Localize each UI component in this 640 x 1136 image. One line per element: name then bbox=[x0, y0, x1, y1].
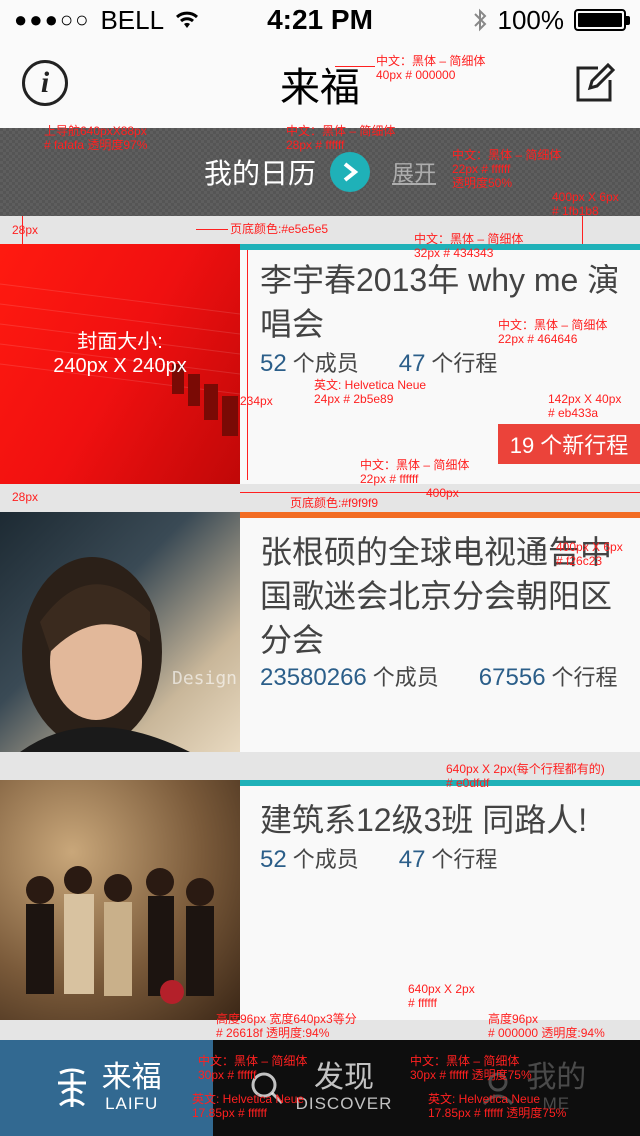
members-label: 个成员 bbox=[292, 847, 359, 872]
battery-icon bbox=[574, 9, 630, 31]
cover-watermark: Design bbox=[172, 668, 238, 689]
spec-annotation: 高度96px # 000000 透明度:94% bbox=[488, 1012, 605, 1040]
spec-annotation: 中文：黑体 – 简细体 28px # ffffff bbox=[286, 124, 396, 152]
accent-line bbox=[240, 512, 640, 518]
tab-label-cn: 我的 bbox=[526, 1061, 587, 1094]
spec-annotation: 中文：黑体 – 简细体 22px # ffffff bbox=[360, 458, 470, 486]
status-bar: ●●●○○ BELL 4:21 PM 100% bbox=[0, 0, 640, 40]
spec-annotation: 142px X 40px # eb433a bbox=[548, 392, 622, 420]
members-count: 52 bbox=[260, 846, 287, 873]
spec-annotation: 英文: Helvetica Neue 24px # 2b5e89 bbox=[314, 378, 427, 406]
event-title: 建筑系12级3班 同路人! bbox=[260, 802, 588, 838]
spec-annotation: 页底颜色:#f9f9f9 bbox=[290, 496, 379, 510]
spec-arrow bbox=[335, 66, 375, 67]
spec-annotation: 640px X 2px # ffffff bbox=[408, 982, 475, 1010]
members-count: 23580266 bbox=[260, 664, 367, 691]
spec-annotation: 英文: Helvetica Neue 17.85px # ffffff 透明度7… bbox=[428, 1092, 567, 1120]
tab-bar: 来福 LAIFU 发现 DISCOVER 我的 ME bbox=[0, 1040, 640, 1136]
spec-annotation: 中文：黑体 – 简细体 22px # ffffff 透明度50% bbox=[452, 148, 562, 190]
event-card[interactable]: 建筑系12级3班 同路人! 52 个成员 47 个行程 bbox=[0, 780, 640, 1020]
spec-annotation: 400px X 6px # f26c23 bbox=[556, 540, 623, 568]
spec-annotation: 页底颜色:#e5e5e5 bbox=[230, 222, 329, 236]
members-label: 个成员 bbox=[292, 351, 359, 376]
info-button[interactable]: i bbox=[22, 60, 68, 106]
page-title: 来福 bbox=[280, 66, 360, 110]
battery-percent: 100% bbox=[497, 4, 565, 35]
new-trips-badge[interactable]: 19 个新行程 bbox=[498, 424, 640, 464]
spec-arrow bbox=[240, 492, 640, 493]
spec-annotation: 上导航640pxX88px # fafafa 透明度97% bbox=[44, 124, 148, 152]
tab-label-en: DISCOVER bbox=[295, 1094, 393, 1113]
spec-annotation: 400px X 6px # 1fb1b8 bbox=[552, 190, 619, 218]
event-cover-image: 封面大小: 240px X 240px bbox=[0, 244, 240, 484]
spec-annotation: 中文：黑体 – 简细体 30px # ffffff 透明度75% bbox=[410, 1054, 532, 1082]
spec-arrow bbox=[196, 229, 228, 230]
bluetooth-icon bbox=[473, 8, 486, 32]
members-count: 52 bbox=[260, 350, 287, 377]
event-card[interactable]: 封面大小: 240px X 240px 李宇春2013年 why me 演唱会 … bbox=[0, 244, 640, 484]
nav-bar: i 来福 bbox=[0, 40, 640, 128]
tab-laifu[interactable]: 来福 LAIFU bbox=[0, 1040, 214, 1136]
event-cover-image bbox=[0, 780, 240, 1020]
laifu-logo-icon bbox=[57, 1068, 86, 1107]
event-cover-image: Design bbox=[0, 512, 240, 752]
spec-annotation: 234px bbox=[240, 394, 273, 408]
event-stats: 52 个成员 47 个行程 bbox=[260, 842, 497, 874]
spec-annotation: 28px bbox=[12, 490, 39, 504]
event-stats: 23580266 个成员 67556 个行程 bbox=[260, 660, 618, 692]
spec-annotation: 中文：黑体 – 简细体 40px # 000000 bbox=[376, 54, 486, 82]
group-photo-illustration bbox=[26, 866, 214, 1004]
cover-size-note: 封面大小: 240px X 240px bbox=[53, 331, 187, 377]
spec-annotation: 英文: Helvetica Neue 17.85px # ffffff bbox=[192, 1092, 305, 1120]
spec-annotation: 中文：黑体 – 简细体 30px # ffffff bbox=[198, 1054, 308, 1082]
spec-annotation: 中文：黑体 – 简细体 32px # 434343 bbox=[414, 232, 524, 260]
clock: 4:21 PM bbox=[267, 4, 373, 35]
event-card[interactable]: Design 张根硕的全球电视通告中国歌迷会北京分会朝阳区分会 23580266… bbox=[0, 512, 640, 752]
trips-count: 47 bbox=[398, 846, 426, 873]
event-stats: 52 个成员 47 个行程 bbox=[260, 346, 497, 378]
carrier-label: BELL bbox=[100, 4, 165, 35]
spec-arrow bbox=[247, 250, 248, 480]
trips-label: 个行程 bbox=[431, 847, 498, 872]
spec-arrow bbox=[22, 216, 23, 244]
tab-label-cn: 来福 bbox=[101, 1061, 162, 1094]
calendar-title: 我的日历 bbox=[203, 158, 316, 189]
edit-icon[interactable] bbox=[574, 62, 616, 104]
members-label: 个成员 bbox=[372, 665, 439, 690]
play-icon[interactable] bbox=[330, 152, 370, 192]
wifi-icon bbox=[176, 11, 199, 28]
tab-label-cn: 发现 bbox=[313, 1061, 374, 1094]
trips-label: 个行程 bbox=[431, 351, 498, 376]
spec-annotation: 640px X 2px(每个行程都有的) # e0dfdf bbox=[446, 762, 605, 790]
trips-count: 67556 bbox=[478, 664, 546, 691]
spec-annotation: 28px bbox=[12, 223, 39, 237]
spec-annotation: 高度96px 宽度640px3等分 # 26618f 透明度:94% bbox=[216, 1012, 357, 1040]
expand-link[interactable]: 展开 bbox=[392, 156, 436, 188]
spec-arrow bbox=[582, 216, 583, 244]
spec-annotation: 400px bbox=[426, 486, 459, 500]
trips-count: 47 bbox=[398, 350, 426, 377]
portrait-illustration bbox=[20, 557, 190, 752]
tab-label-en: LAIFU bbox=[105, 1094, 159, 1113]
signal-dots-icon: ●●●○○ bbox=[14, 7, 91, 32]
spec-annotation: 中文：黑体 – 简细体 22px # 464646 bbox=[498, 318, 608, 346]
trips-label: 个行程 bbox=[551, 665, 618, 690]
